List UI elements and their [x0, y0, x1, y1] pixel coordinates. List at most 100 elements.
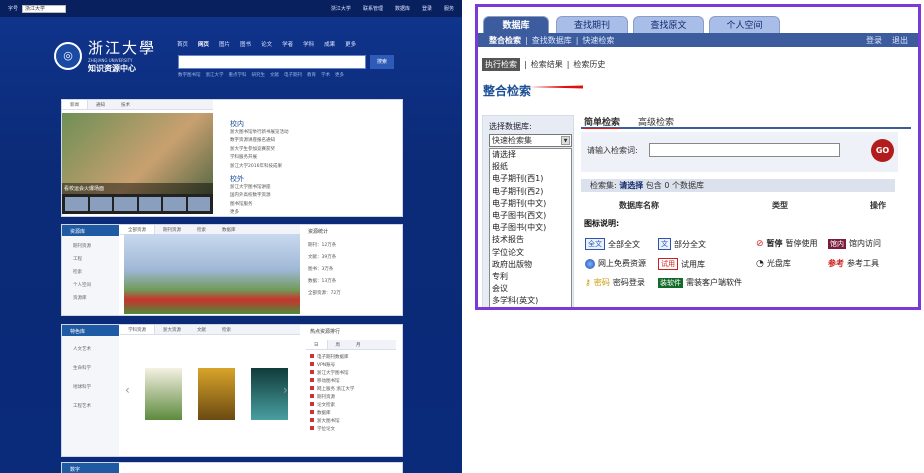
- rank-item[interactable]: 论文检索: [310, 402, 395, 410]
- rank-item[interactable]: 浙江大学图书馆: [310, 370, 395, 378]
- rank-item[interactable]: 浙大图书馆: [310, 418, 395, 426]
- news-item[interactable]: 浙江大学2016年科技成果: [230, 163, 289, 172]
- db-option[interactable]: 电子图书(西文): [492, 210, 571, 222]
- logout-link[interactable]: 退出: [892, 35, 908, 46]
- tab-personal[interactable]: 个人空间: [709, 16, 780, 34]
- nav-item[interactable]: 网页: [198, 40, 209, 48]
- rank-item[interactable]: 学位论文: [310, 426, 395, 434]
- db-option[interactable]: 电子期刊(西2): [492, 186, 571, 198]
- chevron-down-icon[interactable]: ▼: [561, 136, 570, 145]
- book-cover[interactable]: [145, 368, 182, 420]
- nav-item[interactable]: 更多: [345, 40, 356, 48]
- nav-item[interactable]: 学科: [303, 40, 314, 48]
- crumb-execute[interactable]: 执行检索: [482, 58, 520, 71]
- hot-word[interactable]: 浙江大学: [206, 72, 224, 78]
- sidebar-item[interactable]: 个人空间: [73, 279, 108, 292]
- news-item[interactable]: 图书馆服务: [230, 201, 289, 210]
- sidebar-item[interactable]: 检索: [73, 266, 108, 279]
- hot-word[interactable]: 重点学科: [229, 72, 247, 78]
- database-list[interactable]: 请选择 报纸 电子期刊(西1) 电子期刊(西2) 电子期刊(中文) 电子图书(西…: [489, 148, 572, 307]
- db-option[interactable]: 专利: [492, 271, 571, 283]
- thumbnail[interactable]: [114, 197, 137, 211]
- news-item[interactable]: 浙大学生参加竞赛获奖: [230, 146, 289, 155]
- thumbnail[interactable]: [163, 197, 186, 211]
- sidebar-item[interactable]: 期刊资源: [73, 240, 108, 253]
- nav-item[interactable]: 图片: [219, 40, 230, 48]
- subnav-find-db[interactable]: 查找数据库: [532, 35, 572, 46]
- dbset-dropdown[interactable]: 快速检索集 ▼: [489, 134, 572, 147]
- university-logo[interactable]: ◎ 浙江大學 ZHEJIANG UNIVERSITY 知识资源中心: [54, 37, 156, 74]
- resource-tab[interactable]: 期刊资源: [155, 225, 189, 234]
- db-option[interactable]: 报纸: [492, 161, 571, 173]
- top-link[interactable]: 联系管理: [363, 5, 383, 12]
- rank-item[interactable]: 期刊资源: [310, 394, 395, 402]
- news-item[interactable]: 更多: [230, 209, 289, 218]
- subnav-quick[interactable]: 快速检索: [582, 35, 614, 46]
- db-option[interactable]: 请选择: [492, 149, 571, 162]
- featured-tab[interactable]: 学科资源: [120, 325, 155, 334]
- db-option[interactable]: 电子期刊(西1): [492, 173, 571, 185]
- thumbnail[interactable]: [187, 197, 210, 211]
- hot-word[interactable]: 电子期刊: [284, 72, 302, 78]
- news-item[interactable]: 国内外高校数字资源: [230, 192, 289, 201]
- query-input[interactable]: [649, 143, 840, 157]
- resource-tab[interactable]: 数据库: [214, 225, 244, 234]
- crumb-results[interactable]: 检索结果: [531, 59, 563, 70]
- resource-tab[interactable]: 全部资源: [120, 225, 155, 234]
- nav-item[interactable]: 图书: [240, 40, 251, 48]
- tab-news[interactable]: 新闻: [62, 100, 88, 109]
- rank-item[interactable]: 移动图书馆: [310, 378, 395, 386]
- db-option[interactable]: 学位论文: [492, 247, 571, 259]
- top-link[interactable]: 登录: [422, 5, 432, 12]
- featured-item[interactable]: 人文艺术: [73, 340, 108, 359]
- rank-item[interactable]: VPN账号: [310, 362, 395, 370]
- tab-fulltext[interactable]: 查找原文: [633, 16, 704, 34]
- thumbnail[interactable]: [65, 197, 88, 211]
- sidebar-item[interactable]: 资源库: [73, 292, 108, 305]
- featured-item[interactable]: 地球科学: [73, 378, 108, 397]
- subnav-integrated[interactable]: 整合检索: [489, 35, 521, 46]
- hot-word[interactable]: 学术: [321, 72, 330, 78]
- db-option[interactable]: 会议: [492, 283, 571, 295]
- nav-item[interactable]: 成果: [324, 40, 335, 48]
- rank-item[interactable]: 数据库: [310, 410, 395, 418]
- rank-tab[interactable]: 周: [328, 340, 349, 349]
- hot-word[interactable]: 教育: [307, 72, 316, 78]
- book-cover[interactable]: [198, 368, 235, 420]
- top-link[interactable]: 服务: [444, 5, 454, 12]
- site-select[interactable]: 浙江大学: [22, 4, 67, 13]
- db-option[interactable]: 电子期刊(中文): [492, 198, 571, 210]
- news-item[interactable]: 浙江大学图书馆讲座: [230, 184, 289, 193]
- tab-advanced-search[interactable]: 高级检索: [638, 115, 674, 128]
- rank-item[interactable]: 电子期刊数据库: [310, 354, 395, 362]
- rank-item[interactable]: 网上服务 浙江大学: [310, 386, 395, 394]
- login-link[interactable]: 登录: [866, 35, 882, 46]
- db-option[interactable]: 多学科(英文): [492, 295, 571, 307]
- tab-tech[interactable]: 技术: [113, 100, 138, 109]
- nav-item[interactable]: 论文: [261, 40, 272, 48]
- rank-tab[interactable]: 月: [348, 340, 369, 349]
- featured-item[interactable]: 生命科学: [73, 359, 108, 378]
- hot-word[interactable]: 文献: [270, 72, 279, 78]
- hot-word[interactable]: 数字图书馆: [178, 72, 201, 78]
- news-item[interactable]: 数字资源讲座报名通知: [230, 137, 289, 146]
- featured-item[interactable]: 工程艺术: [73, 397, 108, 416]
- hot-word[interactable]: 更多: [335, 72, 344, 78]
- top-link[interactable]: 浙江大学: [331, 5, 351, 12]
- tab-simple-search[interactable]: 简单检索: [584, 115, 620, 128]
- news-item[interactable]: 浙大图书馆举行新书展览活动: [230, 129, 289, 138]
- tab-notice[interactable]: 通知: [88, 100, 113, 109]
- thumbnail[interactable]: [138, 197, 161, 211]
- featured-tab[interactable]: 浙大资源: [155, 325, 189, 334]
- featured-tab[interactable]: 文献: [189, 325, 214, 334]
- portal-search-input[interactable]: [178, 55, 366, 69]
- tab-journals[interactable]: 查找期刊: [556, 16, 628, 34]
- tab-database[interactable]: 数据库: [483, 16, 549, 34]
- db-option[interactable]: 政府出版物: [492, 259, 571, 271]
- top-link[interactable]: 数据库: [395, 5, 410, 12]
- resource-tab[interactable]: 检索: [189, 225, 214, 234]
- sidebar-item[interactable]: 工程: [73, 253, 108, 266]
- crumb-history[interactable]: 检索历史: [573, 59, 605, 70]
- carousel-next-icon[interactable]: ›: [283, 383, 288, 397]
- news-item[interactable]: 学科服务开展: [230, 154, 289, 163]
